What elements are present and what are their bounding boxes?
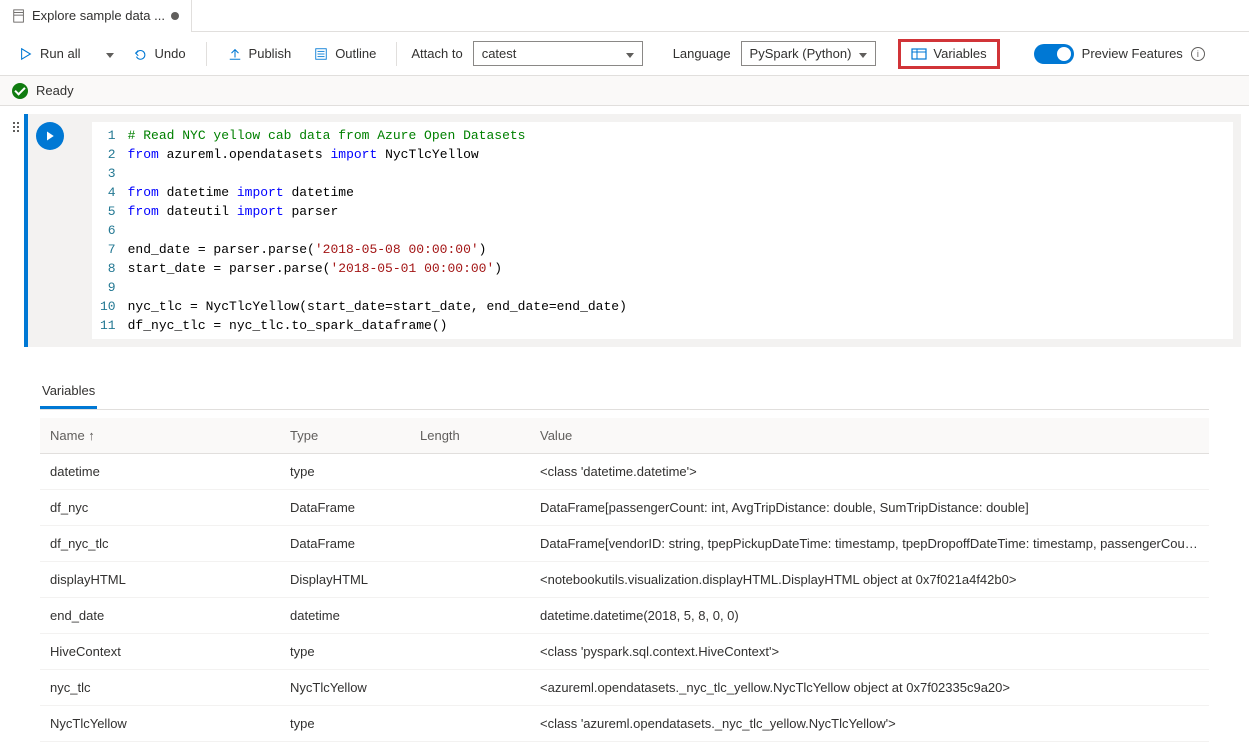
outline-icon — [313, 46, 329, 62]
attach-to-value: catest — [482, 46, 517, 61]
variables-button[interactable]: Variables — [898, 39, 999, 69]
header-type[interactable]: Type — [280, 418, 410, 453]
variables-table: Name Type Length Value datetimetype<clas… — [40, 418, 1209, 742]
chevron-down-icon — [618, 46, 634, 61]
cell-name: displayHTML — [40, 562, 280, 597]
publish-icon — [227, 46, 243, 62]
chevron-down-icon — [98, 46, 114, 61]
cell-value: DataFrame[vendorID: string, tpepPickupDa… — [530, 526, 1209, 561]
status-bar: Ready — [0, 76, 1249, 106]
toolbar: Run all Undo Publish Outline Attach to c… — [0, 32, 1249, 76]
cell-type: type — [280, 706, 410, 741]
run-all-button[interactable]: Run all — [12, 42, 86, 66]
chevron-down-icon — [851, 46, 867, 61]
table-row[interactable]: displayHTMLDisplayHTML <notebookutils.vis… — [40, 562, 1209, 598]
preview-features-toggle[interactable] — [1034, 44, 1074, 64]
variables-panel: Variables Name Type Length Value datetim… — [0, 367, 1249, 750]
cell-name: end_date — [40, 598, 280, 633]
cell-length — [410, 598, 530, 633]
cell-name: df_nyc_tlc — [40, 526, 280, 561]
variables-icon — [911, 46, 927, 62]
cell-length — [410, 526, 530, 561]
play-icon — [44, 130, 56, 142]
table-row[interactable]: HiveContexttype <class 'pyspark.sql.conte… — [40, 634, 1209, 670]
tab-title: Explore sample data ... — [32, 8, 165, 23]
language-value: PySpark (Python) — [750, 46, 852, 61]
table-row[interactable]: nyc_tlcNycTlcYellow <azureml.opendatasets… — [40, 670, 1209, 706]
code-cell: 1234567891011 # Read NYC yellow cab data… — [24, 114, 1241, 347]
cell-length — [410, 670, 530, 705]
table-row[interactable]: NycTlcYellowtype <class 'azureml.opendata… — [40, 706, 1209, 742]
cell-type: type — [280, 634, 410, 669]
table-row[interactable]: datetimetype <class 'datetime.datetime'> — [40, 454, 1209, 490]
tab-bar: Explore sample data ... — [0, 0, 1249, 32]
table-row[interactable]: end_datedatetime datetime.datetime(2018, … — [40, 598, 1209, 634]
cell-type: NycTlcYellow — [280, 670, 410, 705]
header-name[interactable]: Name — [40, 418, 280, 453]
code-content[interactable]: # Read NYC yellow cab data from Azure Op… — [128, 126, 1233, 335]
code-editor[interactable]: 1234567891011 # Read NYC yellow cab data… — [92, 122, 1233, 339]
panel-tabs: Variables — [40, 375, 1209, 410]
variables-label: Variables — [933, 46, 986, 61]
publish-button[interactable]: Publish — [221, 42, 298, 66]
cell-type: DisplayHTML — [280, 562, 410, 597]
cell-drag-handle[interactable] — [8, 114, 24, 347]
undo-button[interactable]: Undo — [126, 42, 191, 66]
cell-name: nyc_tlc — [40, 670, 280, 705]
cell-length — [410, 490, 530, 525]
cell-name: HiveContext — [40, 634, 280, 669]
cell-type: DataFrame — [280, 490, 410, 525]
header-value[interactable]: Value — [530, 418, 1209, 453]
outline-label: Outline — [335, 46, 376, 61]
attach-to-dropdown[interactable]: catest — [473, 41, 643, 66]
cell-name: NycTlcYellow — [40, 706, 280, 741]
cell-name: df_nyc — [40, 490, 280, 525]
run-all-dropdown-button[interactable] — [96, 42, 116, 65]
undo-icon — [132, 46, 148, 62]
toolbar-separator — [396, 42, 397, 66]
toolbar-separator — [206, 42, 207, 66]
outline-button[interactable]: Outline — [307, 42, 382, 66]
header-length[interactable]: Length — [410, 418, 530, 453]
info-icon[interactable]: i — [1191, 47, 1205, 61]
cell-type: DataFrame — [280, 526, 410, 561]
line-gutter: 1234567891011 — [92, 126, 128, 335]
unsaved-indicator-icon — [171, 12, 179, 20]
publish-label: Publish — [249, 46, 292, 61]
table-header: Name Type Length Value — [40, 418, 1209, 454]
cell-length — [410, 634, 530, 669]
undo-label: Undo — [154, 46, 185, 61]
cell-value: datetime.datetime(2018, 5, 8, 0, 0) — [530, 598, 1209, 633]
cell-type: type — [280, 454, 410, 489]
success-icon — [12, 83, 28, 99]
table-row[interactable]: df_nyc_tlcDataFrame DataFrame[vendorID: s… — [40, 526, 1209, 562]
cell-value: <notebookutils.visualization.displayHTML… — [530, 562, 1209, 597]
cell-value: <class 'azureml.opendatasets._nyc_tlc_ye… — [530, 706, 1209, 741]
tab-variables[interactable]: Variables — [40, 375, 97, 409]
attach-to-label: Attach to — [411, 46, 462, 61]
table-row[interactable]: df_nycDataFrame DataFrame[passengerCount:… — [40, 490, 1209, 526]
preview-features-label: Preview Features — [1082, 46, 1183, 61]
notebook-icon — [12, 9, 26, 23]
play-icon — [18, 46, 34, 62]
language-label: Language — [673, 46, 731, 61]
cell-area: 1234567891011 # Read NYC yellow cab data… — [0, 106, 1249, 367]
drag-dots-icon — [13, 122, 19, 132]
status-text: Ready — [36, 83, 74, 98]
cell-name: datetime — [40, 454, 280, 489]
notebook-tab[interactable]: Explore sample data ... — [0, 0, 192, 32]
cell-type: datetime — [280, 598, 410, 633]
cell-value: <class 'datetime.datetime'> — [530, 454, 1209, 489]
cell-length — [410, 454, 530, 489]
cell-value: <class 'pyspark.sql.context.HiveContext'… — [530, 634, 1209, 669]
language-dropdown[interactable]: PySpark (Python) — [741, 41, 877, 66]
cell-length — [410, 562, 530, 597]
cell-value: <azureml.opendatasets._nyc_tlc_yellow.Ny… — [530, 670, 1209, 705]
cell-value: DataFrame[passengerCount: int, AvgTripDi… — [530, 490, 1209, 525]
run-cell-button[interactable] — [36, 122, 64, 150]
run-all-label: Run all — [40, 46, 80, 61]
cell-length — [410, 706, 530, 741]
